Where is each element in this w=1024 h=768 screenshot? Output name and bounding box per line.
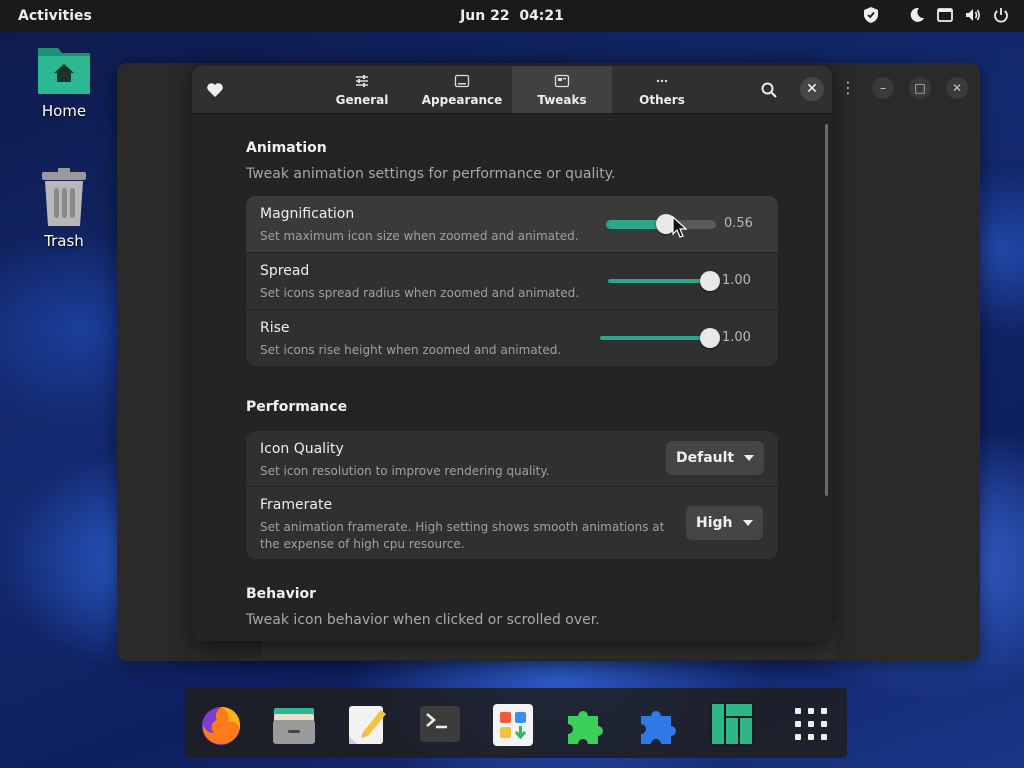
heart-icon[interactable] bbox=[205, 80, 225, 100]
activities-button[interactable]: Activities bbox=[18, 8, 92, 24]
firefox-icon bbox=[202, 707, 241, 745]
window-menu-icon[interactable]: ⋮ bbox=[837, 77, 859, 99]
performance-card: Icon Quality Set icon resolution to impr… bbox=[246, 431, 778, 559]
framerate-dropdown[interactable]: High bbox=[686, 506, 763, 540]
power-icon[interactable] bbox=[992, 6, 1010, 24]
volume-icon[interactable] bbox=[964, 6, 982, 24]
animation-subtitle: Tweak animation settings for performance… bbox=[246, 166, 616, 182]
spread-slider[interactable] bbox=[608, 279, 708, 283]
mouse-cursor-icon bbox=[672, 216, 688, 238]
manjaro-icon bbox=[710, 702, 754, 746]
sliders-icon bbox=[356, 75, 368, 87]
icon-quality-title: Icon Quality bbox=[260, 441, 344, 457]
dialog-header: General Appearance Tweaks Others ✕ bbox=[192, 66, 832, 114]
framerate-row: Framerate Set animation framerate. High … bbox=[246, 487, 778, 559]
spread-value: 1.00 bbox=[722, 273, 751, 288]
trash-icon bbox=[42, 168, 86, 226]
clock-date: Jun 22 bbox=[460, 8, 510, 24]
maximize-button[interactable]: □ bbox=[909, 77, 931, 99]
spread-desc: Set icons spread radius when zoomed and … bbox=[260, 286, 580, 300]
clock-time: 04:21 bbox=[519, 8, 564, 24]
dock-text-editor[interactable] bbox=[343, 700, 391, 748]
magnification-desc: Set maximum icon size when zoomed and an… bbox=[260, 229, 579, 243]
files-icon bbox=[273, 708, 315, 744]
magnification-title: Magnification bbox=[260, 206, 355, 222]
magnification-value: 0.56 bbox=[724, 216, 753, 231]
dock-extension-manager[interactable] bbox=[635, 700, 683, 748]
rise-desc: Set icons rise height when zoomed and an… bbox=[260, 343, 562, 357]
tab-bar: General Appearance Tweaks Others bbox=[312, 66, 712, 113]
tab-others[interactable]: Others bbox=[612, 66, 712, 113]
magnification-row: Magnification Set maximum icon size when… bbox=[246, 196, 778, 253]
home-folder-icon bbox=[38, 48, 90, 94]
home-label: Home bbox=[41, 102, 87, 120]
scrollbar[interactable] bbox=[825, 124, 828, 496]
terminal-icon bbox=[420, 706, 460, 742]
more-icon bbox=[656, 79, 668, 83]
chevron-down-icon bbox=[742, 520, 753, 526]
trash-label: Trash bbox=[44, 232, 84, 250]
tab-appearance[interactable]: Appearance bbox=[412, 66, 512, 113]
tab-general-label: General bbox=[335, 93, 389, 107]
rise-slider-knob[interactable] bbox=[700, 328, 720, 348]
behavior-title: Behavior bbox=[246, 586, 317, 602]
top-bar: Activities Jun 22 04:21 bbox=[0, 0, 1024, 32]
framerate-title: Framerate bbox=[260, 497, 333, 513]
icon-quality-desc: Set icon resolution to improve rendering… bbox=[260, 464, 550, 478]
system-tray bbox=[862, 6, 1010, 24]
shield-icon[interactable] bbox=[862, 6, 880, 24]
tab-general[interactable]: General bbox=[312, 66, 412, 113]
dock-software[interactable] bbox=[489, 700, 537, 748]
tweaks-page[interactable] bbox=[192, 114, 832, 641]
dock bbox=[185, 688, 847, 758]
search-icon[interactable] bbox=[759, 80, 779, 100]
framerate-desc: Set animation framerate. High setting sh… bbox=[260, 520, 665, 551]
icon-quality-dropdown[interactable]: Default bbox=[666, 441, 765, 475]
dock-extensions[interactable] bbox=[562, 700, 610, 748]
behavior-subtitle: Tweak icon behavior when clicked or scro… bbox=[246, 612, 600, 628]
tweaks-icon bbox=[554, 74, 570, 88]
minimize-button[interactable]: – bbox=[872, 77, 894, 99]
dock-app-grid[interactable] bbox=[787, 700, 835, 748]
icon-quality-row: Icon Quality Set icon resolution to impr… bbox=[246, 431, 778, 487]
animation-card: Magnification Set maximum icon size when… bbox=[246, 196, 778, 366]
software-icon bbox=[493, 704, 533, 746]
performance-title: Performance bbox=[246, 399, 348, 415]
desktop-trash[interactable]: Trash bbox=[29, 166, 99, 250]
extensions-icon bbox=[568, 711, 603, 744]
text-editor-icon bbox=[349, 706, 386, 744]
dock-terminal[interactable] bbox=[416, 700, 464, 748]
window-icon bbox=[454, 74, 470, 88]
screen-icon[interactable] bbox=[936, 6, 954, 24]
close-icon: ✕ bbox=[806, 81, 818, 97]
close-window-button[interactable]: ✕ bbox=[946, 77, 968, 99]
tab-tweaks[interactable]: Tweaks bbox=[512, 66, 612, 113]
tab-others-label: Others bbox=[639, 93, 685, 107]
dock-firefox[interactable] bbox=[197, 700, 245, 748]
close-dialog-button[interactable]: ✕ bbox=[800, 77, 824, 101]
spread-slider-knob[interactable] bbox=[700, 271, 720, 291]
tab-appearance-label: Appearance bbox=[421, 93, 503, 107]
animation-title: Animation bbox=[246, 140, 327, 156]
desktop-home[interactable]: Home bbox=[29, 42, 99, 120]
icon-quality-selected: Default bbox=[676, 450, 735, 466]
night-light-icon[interactable] bbox=[908, 6, 926, 24]
dock-files[interactable] bbox=[270, 700, 318, 748]
rise-title: Rise bbox=[260, 320, 290, 336]
tab-tweaks-label: Tweaks bbox=[537, 93, 587, 107]
dock-manjaro[interactable] bbox=[708, 700, 756, 748]
chevron-down-icon bbox=[744, 455, 755, 461]
spread-title: Spread bbox=[260, 263, 310, 279]
clock-button[interactable]: Jun 22 04:21 bbox=[460, 8, 564, 24]
rise-value: 1.00 bbox=[722, 330, 751, 345]
extension-manager-icon bbox=[641, 711, 676, 744]
spread-row: Spread Set icons spread radius when zoom… bbox=[246, 253, 778, 310]
rise-slider[interactable] bbox=[600, 336, 708, 340]
rise-row: Rise Set icons rise height when zoomed a… bbox=[246, 310, 778, 366]
framerate-selected: High bbox=[696, 515, 733, 531]
app-grid-icon bbox=[795, 708, 827, 740]
